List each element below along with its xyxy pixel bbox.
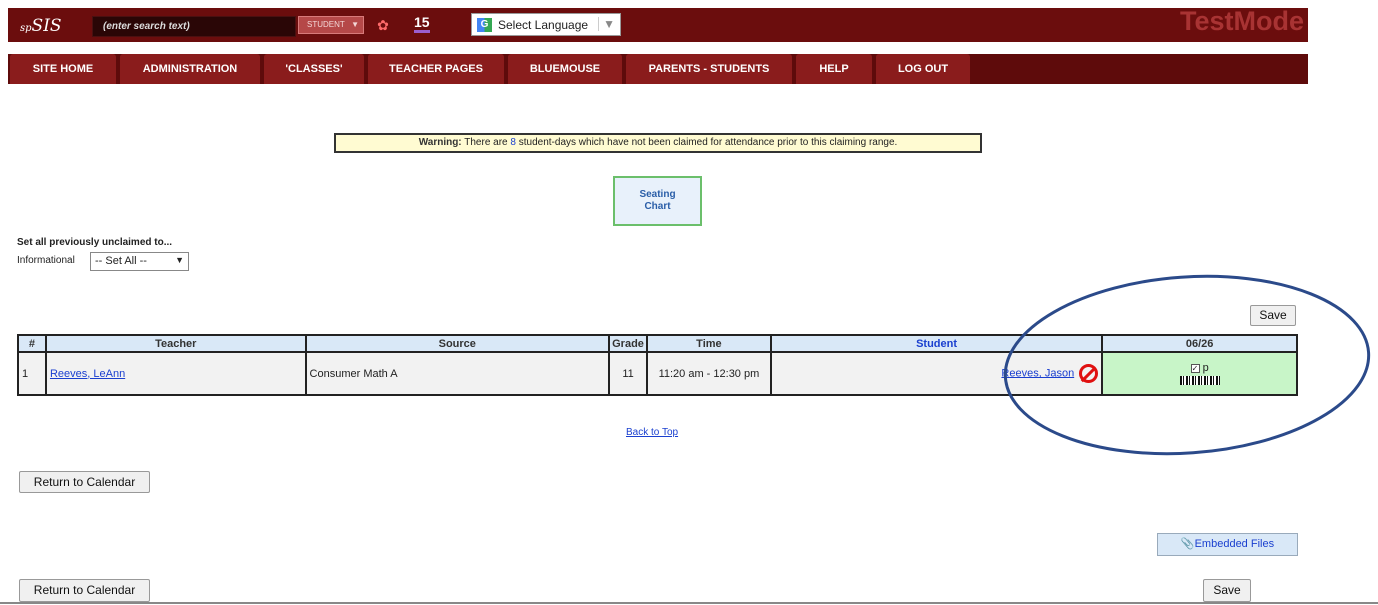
attendance-warning: Warning: There are 8 student-days which … bbox=[334, 133, 982, 153]
col-teacher: Teacher bbox=[44, 334, 307, 353]
nav-teacher-pages[interactable]: TEACHER PAGES bbox=[368, 54, 504, 84]
col-student[interactable]: Student bbox=[769, 334, 1104, 353]
nav-site-home[interactable]: SITE HOME bbox=[10, 54, 116, 84]
gear-icon[interactable]: ✿ bbox=[374, 16, 392, 34]
no-entry-icon[interactable] bbox=[1079, 364, 1099, 383]
student-cell: Reeves, Jason bbox=[769, 351, 1104, 396]
warning-prefix: Warning: bbox=[418, 137, 462, 148]
nav-log-out[interactable]: LOG OUT bbox=[876, 54, 970, 84]
chevron-down-icon: ▼ bbox=[351, 20, 359, 29]
seating-chart-button[interactable]: Seating Chart bbox=[613, 176, 702, 226]
search-input[interactable]: (enter search text) bbox=[92, 16, 296, 37]
col-grade: Grade bbox=[608, 334, 649, 353]
search-placeholder: (enter search text) bbox=[103, 21, 190, 32]
main-nav: SITE HOME ADMINISTRATION 'CLASSES' TEACH… bbox=[8, 54, 1308, 84]
chevron-down-icon: ▼ bbox=[175, 255, 184, 265]
teacher-link[interactable]: Reeves, LeAnn bbox=[50, 368, 125, 380]
seating-chart-label-2: Chart bbox=[644, 201, 671, 212]
return-to-calendar-button-bottom[interactable]: Return to Calendar bbox=[19, 579, 150, 602]
barcode-icon bbox=[1179, 376, 1220, 385]
student-link[interactable]: Reeves, Jason bbox=[1001, 367, 1074, 379]
col-number: # bbox=[17, 334, 47, 353]
set-all-type-label: Informational bbox=[17, 255, 75, 266]
col-date: 06/26 bbox=[1101, 334, 1298, 353]
set-all-label: Set all previously unclaimed to... bbox=[17, 237, 173, 248]
logo[interactable]: spSIS bbox=[20, 16, 62, 36]
warning-text-before: There are bbox=[464, 137, 508, 148]
logo-text: SIS bbox=[31, 16, 62, 36]
language-select[interactable]: G Select Language ▼ bbox=[471, 13, 621, 36]
table-header-row: # Teacher Source Grade Time Student 06/2… bbox=[17, 334, 1298, 353]
highlight-annotation bbox=[1003, 274, 1371, 456]
col-source: Source bbox=[304, 334, 611, 353]
notification-count[interactable]: 15 bbox=[414, 14, 430, 33]
present-checkbox[interactable]: ✓ bbox=[1190, 363, 1200, 373]
teacher-cell: Reeves, LeAnn bbox=[44, 351, 307, 396]
warning-text-after: student-days which have not been claimed… bbox=[518, 137, 898, 148]
table-row: 1 Reeves, LeAnn Consumer Math A 11 11:20… bbox=[17, 351, 1298, 396]
search-mode-select[interactable]: STUDENT ▼ bbox=[298, 16, 364, 34]
set-all-value: -- Set All -- bbox=[95, 255, 147, 267]
return-to-calendar-button-top[interactable]: Return to Calendar bbox=[19, 471, 150, 493]
paperclip-icon: 📎 bbox=[1180, 538, 1195, 550]
row-number: 1 bbox=[17, 351, 47, 396]
attendance-status: p bbox=[1202, 362, 1209, 374]
nav-bluemouse[interactable]: BLUEMOUSE bbox=[508, 54, 622, 84]
test-mode-banner: TestMode bbox=[1179, 6, 1304, 36]
nav-administration[interactable]: ADMINISTRATION bbox=[120, 54, 260, 84]
top-header: spSIS (enter search text) STUDENT ▼ ✿ 15… bbox=[8, 6, 1308, 42]
embedded-files-button[interactable]: 📎Embedded Files bbox=[1157, 533, 1298, 556]
seating-chart-label-1: Seating bbox=[639, 189, 676, 200]
language-label: Select Language bbox=[498, 18, 589, 32]
grade-cell: 11 bbox=[608, 351, 649, 396]
attendance-cell: ✓ p bbox=[1101, 351, 1298, 396]
logo-prefix: sp bbox=[20, 23, 32, 34]
col-time: Time bbox=[646, 334, 772, 353]
nav-classes[interactable]: 'CLASSES' bbox=[264, 54, 364, 84]
source-cell: Consumer Math A bbox=[304, 351, 611, 396]
time-cell: 11:20 am - 12:30 pm bbox=[646, 351, 772, 396]
nav-help[interactable]: HELP bbox=[796, 54, 872, 84]
chevron-down-icon: ▼ bbox=[598, 17, 615, 31]
translate-icon: G bbox=[477, 18, 492, 32]
set-all-select[interactable]: -- Set All -- ▼ bbox=[90, 252, 189, 271]
divider bbox=[0, 602, 1378, 604]
back-to-top-link[interactable]: Back to Top bbox=[626, 427, 678, 438]
embedded-files-label: Embedded Files bbox=[1194, 538, 1275, 550]
nav-parents-students[interactable]: PARENTS - STUDENTS bbox=[626, 54, 792, 84]
attendance-table: # Teacher Source Grade Time Student 06/2… bbox=[17, 334, 1298, 396]
save-button-top[interactable]: Save bbox=[1250, 305, 1296, 326]
save-button-bottom[interactable]: Save bbox=[1203, 579, 1251, 602]
warning-count: 8 bbox=[510, 137, 516, 148]
search-mode-value: STUDENT bbox=[307, 20, 345, 29]
